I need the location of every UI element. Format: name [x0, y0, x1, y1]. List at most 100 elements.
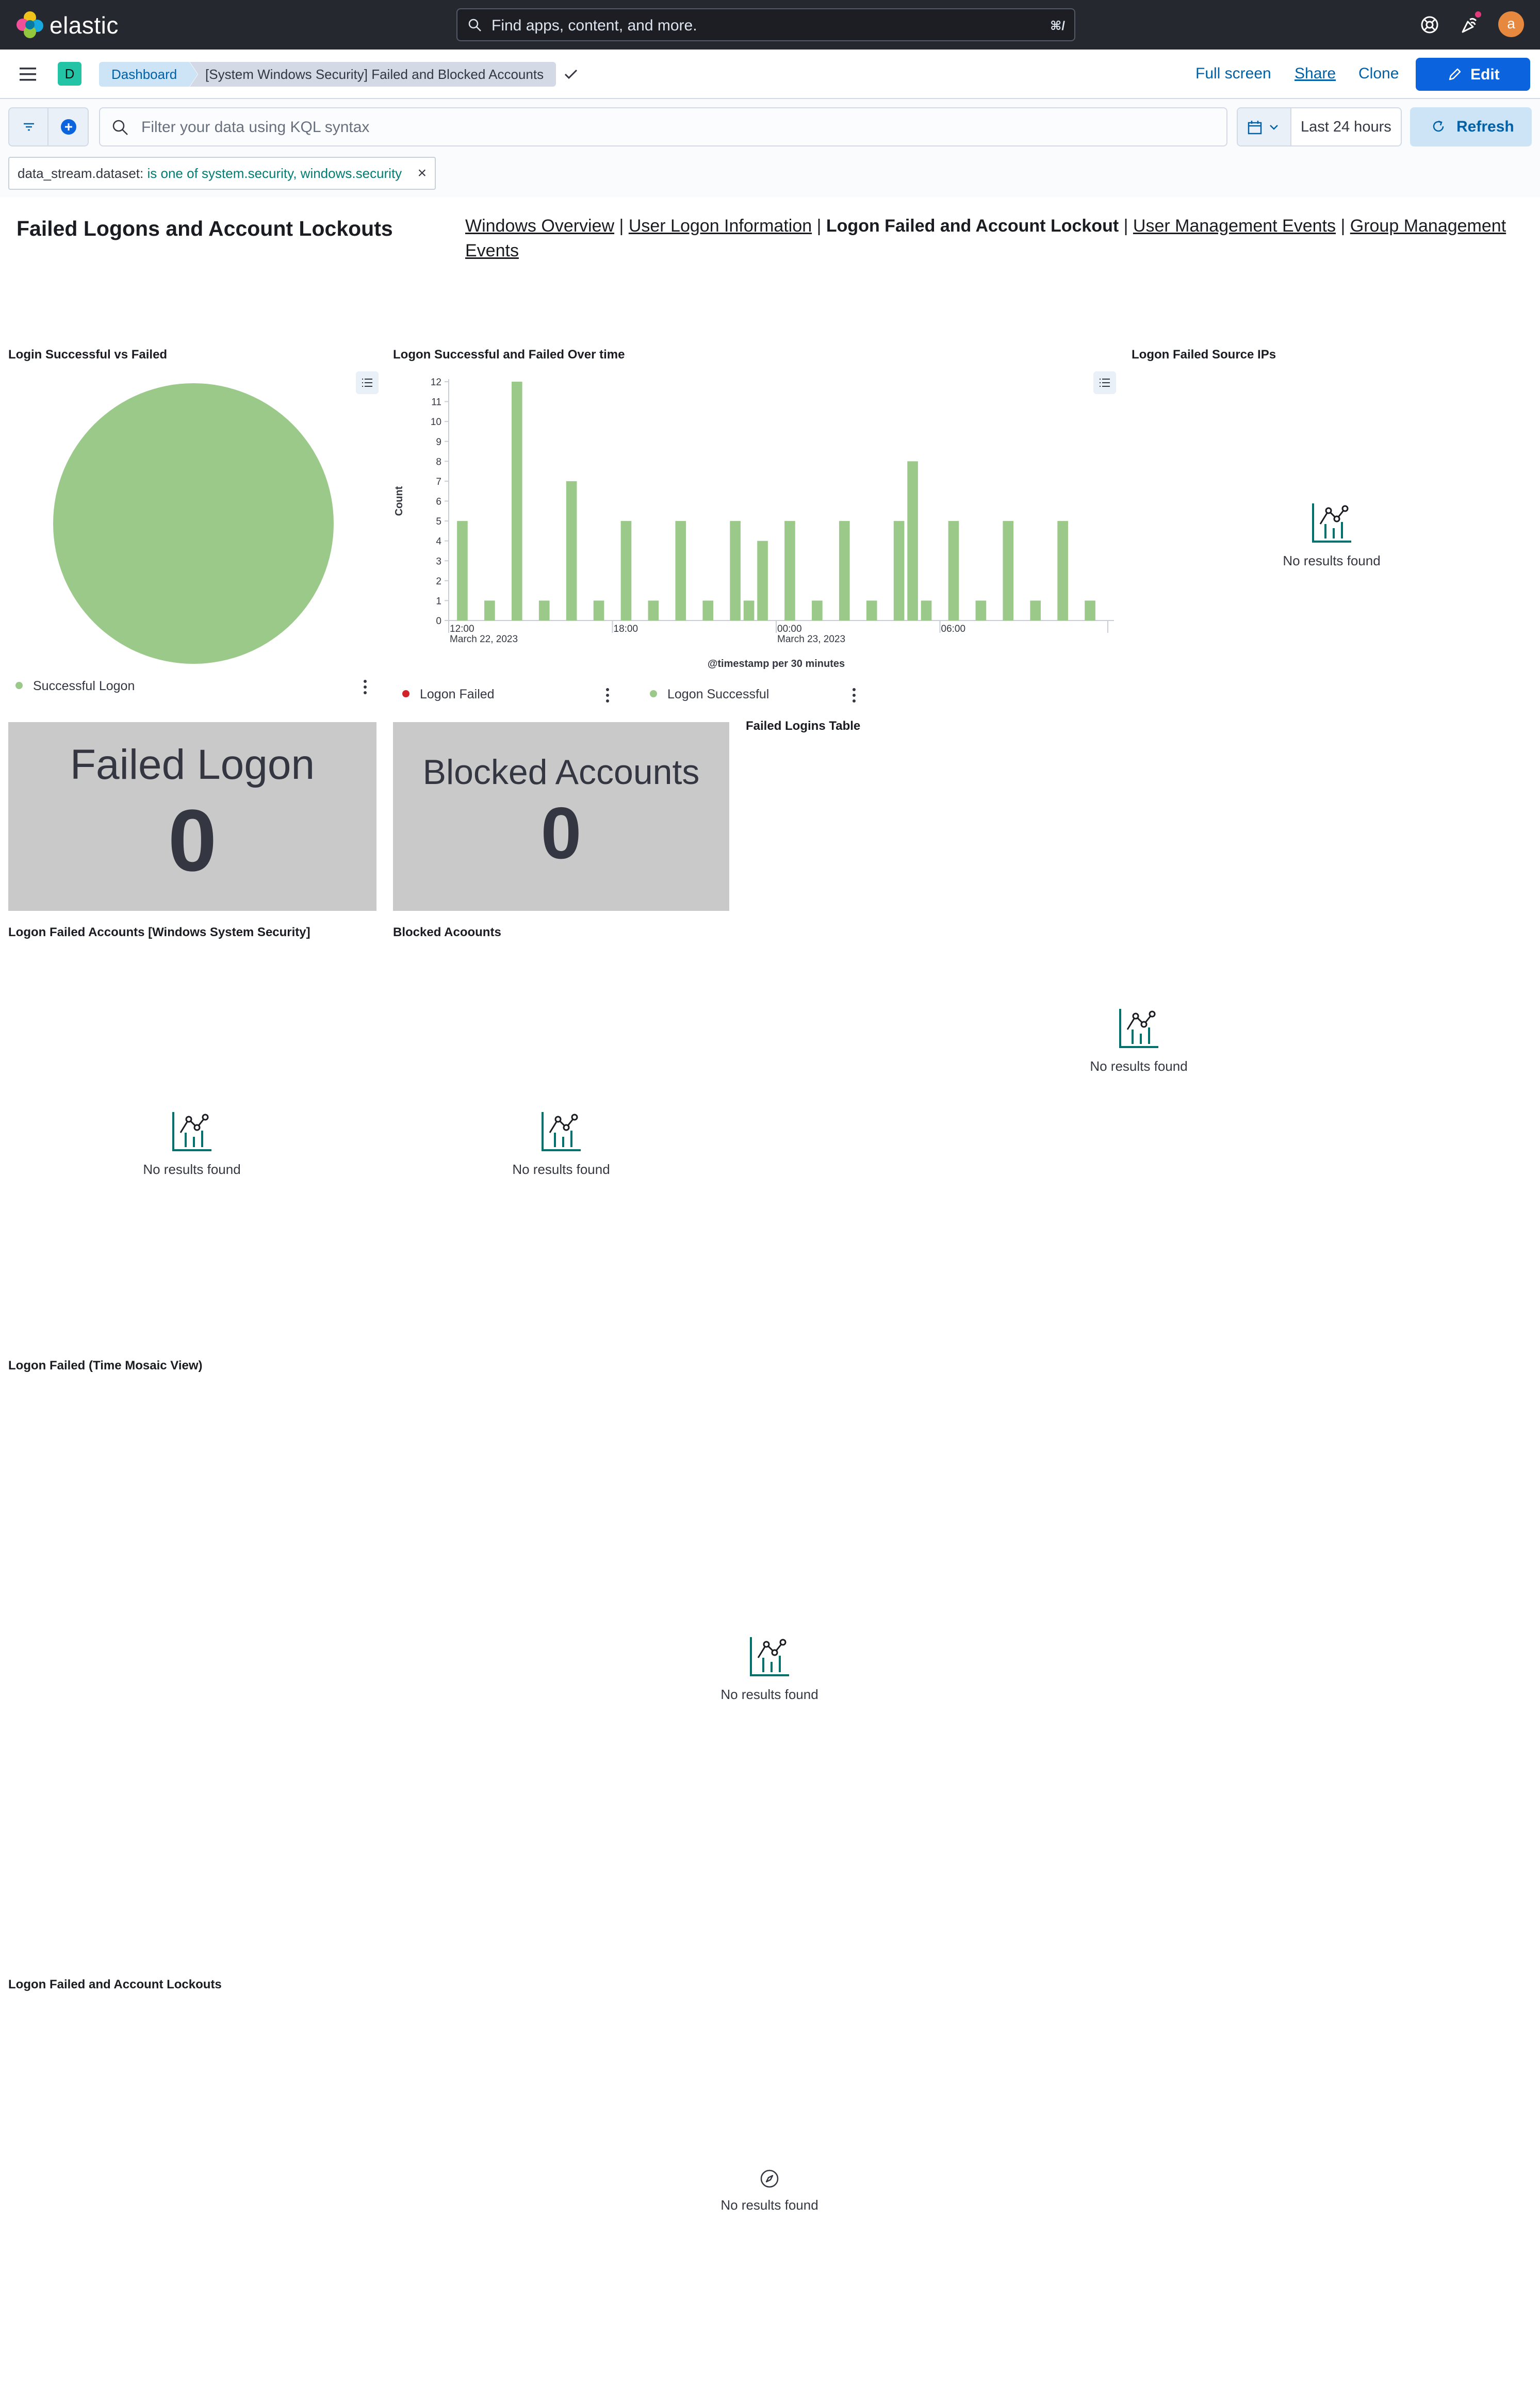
filter-pill[interactable]: data_stream.dataset: is one of system.se…: [8, 157, 436, 190]
pie-legend-item[interactable]: Successful Logon: [15, 679, 135, 694]
pie-chart[interactable]: [46, 377, 340, 671]
bar-logon-successful[interactable]: [907, 461, 918, 620]
refresh-icon: [1433, 120, 1444, 132]
elastic-logo-icon[interactable]: [15, 10, 44, 39]
bar-logon-successful[interactable]: [1003, 521, 1014, 620]
bar-logon-successful[interactable]: [620, 521, 632, 620]
bar-logon-successful[interactable]: [593, 600, 604, 620]
help-icon[interactable]: [1417, 12, 1442, 37]
y-tick-label: 6: [436, 497, 441, 508]
share-button[interactable]: Share: [1295, 65, 1336, 83]
bar-logon-successful[interactable]: [921, 600, 932, 620]
chart-empty-icon: [750, 1637, 789, 1676]
clone-button[interactable]: Clone: [1358, 65, 1399, 83]
failed-logins-table-title: Failed Logins Table: [746, 719, 861, 733]
empty-message: No results found: [512, 1162, 610, 1177]
bar-logon-successful[interactable]: [566, 481, 577, 620]
legend-dot: [402, 690, 409, 698]
calendar-icon: [1248, 121, 1262, 135]
global-header: elastic Find apps, content, and more. ⌘/…: [0, 0, 1540, 50]
kql-query-input[interactable]: Filter your data using KQL syntax: [99, 107, 1227, 146]
brand-name[interactable]: elastic: [50, 11, 119, 39]
remove-filter-icon[interactable]: ×: [418, 158, 427, 189]
y-tick-label: 5: [436, 516, 441, 527]
bar-logon-successful[interactable]: [538, 600, 550, 620]
bar-logon-successful[interactable]: [675, 521, 686, 620]
global-search-placeholder: Find apps, content, and more.: [492, 17, 697, 34]
bar-legend-successful[interactable]: Logon Successful: [650, 687, 769, 702]
bar-logon-successful[interactable]: [1057, 521, 1068, 620]
link-user-management-events[interactable]: User Management Events: [1133, 216, 1336, 236]
app-badge[interactable]: D: [58, 62, 81, 86]
chart-empty-icon: [1119, 1009, 1158, 1048]
filter-options-button[interactable]: [8, 107, 48, 146]
breadcrumb-dashboard[interactable]: Dashboard: [99, 62, 198, 87]
bar-logon-successful[interactable]: [1085, 600, 1095, 620]
link-logon-failed-account-lockout: Logon Failed and Account Lockout: [826, 216, 1119, 236]
bar-logon-successful[interactable]: [702, 600, 714, 620]
bar-logon-successful[interactable]: [975, 600, 987, 620]
menu-icon[interactable]: [19, 65, 37, 84]
bar-logon-successful[interactable]: [839, 521, 850, 620]
bar-logon-successful[interactable]: [893, 521, 905, 620]
empty-message: No results found: [1090, 1058, 1188, 1074]
legend-dot: [650, 690, 657, 698]
dashboard-nav-bar: D Dashboard [System Windows Security] Fa…: [0, 50, 1540, 99]
global-search-input[interactable]: Find apps, content, and more. ⌘/: [456, 8, 1075, 41]
bar-logon-successful[interactable]: [730, 521, 741, 620]
compass-icon: [760, 2169, 779, 2188]
bar-logon-successful[interactable]: [484, 600, 495, 620]
chart-empty-icon: [542, 1112, 581, 1151]
legend-failed-label: Logon Failed: [420, 687, 495, 701]
full-screen-button[interactable]: Full screen: [1195, 65, 1271, 83]
pie-slice[interactable]: [53, 383, 334, 664]
bar-logon-successful[interactable]: [866, 600, 877, 620]
legend-options-icon[interactable]: [852, 688, 856, 704]
bar-logon-successful[interactable]: [757, 541, 768, 620]
legend-options-icon[interactable]: [363, 680, 367, 695]
keyboard-shortcut: ⌘/: [1050, 19, 1065, 33]
x-tick-label: 18:00: [614, 624, 638, 634]
blocked-accounts-panel-title: Blocked Acoounts: [393, 925, 501, 939]
date-picker[interactable]: Last 24 hours: [1237, 107, 1402, 146]
bar-logon-successful[interactable]: [948, 521, 959, 620]
search-icon: [112, 120, 128, 135]
legend-toggle-button[interactable]: [356, 371, 379, 394]
empty-message: No results found: [720, 2197, 818, 2213]
refresh-label: Refresh: [1456, 118, 1514, 135]
bar-chart[interactable]: 0123456789101112Count12:00March 22, 2023…: [389, 369, 1127, 673]
bar-legend-failed[interactable]: Logon Failed: [402, 687, 495, 702]
empty-state: No results found: [692, 2168, 847, 2213]
bar-logon-successful[interactable]: [511, 382, 522, 620]
y-tick-label: 3: [436, 556, 441, 567]
bar-logon-successful[interactable]: [743, 600, 755, 620]
y-tick-label: 11: [431, 397, 441, 408]
legend-options-icon[interactable]: [605, 688, 610, 704]
empty-state: No results found: [484, 1110, 638, 1178]
bar-logon-successful[interactable]: [648, 600, 659, 620]
bar-logon-successful[interactable]: [784, 521, 795, 620]
y-tick-label: 7: [436, 477, 441, 487]
empty-message: No results found: [143, 1162, 241, 1177]
chart-empty-icon: [1312, 503, 1351, 543]
quick-menu-button[interactable]: [1238, 108, 1291, 145]
bar-logon-successful[interactable]: [457, 521, 468, 620]
blocked-accounts-metric: Blocked Accounts 0: [393, 722, 729, 911]
link-windows-overview[interactable]: Windows Overview: [465, 216, 614, 236]
link-user-logon-information[interactable]: User Logon Information: [629, 216, 812, 236]
x-tick-label: 12:00: [450, 624, 474, 634]
time-range-label[interactable]: Last 24 hours: [1301, 119, 1391, 136]
x-tick-sublabel: March 23, 2023: [777, 634, 845, 645]
refresh-button[interactable]: Refresh: [1410, 107, 1532, 146]
y-tick-label: 2: [436, 576, 441, 587]
empty-state: No results found: [114, 1110, 269, 1178]
metric-value: 0: [540, 792, 582, 874]
check-icon: [564, 69, 578, 79]
edit-label: Edit: [1470, 66, 1500, 83]
y-axis-title: Count: [394, 486, 405, 516]
user-avatar[interactable]: a: [1498, 11, 1524, 37]
add-filter-button[interactable]: [47, 107, 89, 146]
bar-logon-successful[interactable]: [812, 600, 823, 620]
bar-logon-successful[interactable]: [1030, 600, 1041, 620]
edit-button[interactable]: Edit: [1416, 58, 1530, 91]
